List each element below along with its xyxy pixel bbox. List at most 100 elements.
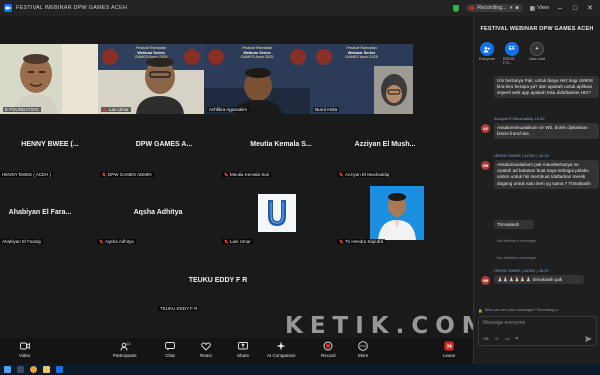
title-bar: FESTIVAL WEBINAR DPW GAMES ACEH Recordin… xyxy=(0,0,600,16)
participant-photo xyxy=(370,186,424,240)
folder-icon[interactable] xyxy=(43,366,50,373)
input-toolbar: Aa ☺ ▭ ⌗ xyxy=(483,336,518,342)
close-icon[interactable]: ✕ xyxy=(586,4,594,12)
heart-react-icon xyxy=(201,341,211,351)
search-icon[interactable] xyxy=(17,366,24,373)
chat-tab-direct[interactable]: EF EDDIE F.G... xyxy=(503,42,521,65)
participant-tile-label: Azziyan El Mushaddiq xyxy=(337,172,392,177)
mic-muted-icon xyxy=(224,172,228,177)
send-icon[interactable] xyxy=(585,336,592,342)
format-icon[interactable]: Aa xyxy=(483,336,489,342)
participant-tile-label: Ahabiyan El Faraby xyxy=(0,239,44,244)
attach-file-icon[interactable]: ▭ xyxy=(505,336,509,342)
webinar-banner: Festival Ramadan Webinar Series GAMES Ac… xyxy=(240,46,274,59)
participant-tile-label: Tri Hendra Saputra xyxy=(337,239,386,244)
tile-name-label: E FOUNDATION xyxy=(3,107,41,112)
video-stage: E FOUNDATION Festival Ramadan Webinar Se… xyxy=(0,16,473,338)
record-dot-icon xyxy=(470,6,475,10)
participant-tile-name[interactable]: Azziyan El Mush... xyxy=(337,141,433,148)
participant-tile-label: DPW GAMES ADMIN xyxy=(100,172,154,177)
watermark: KETIK.COM xyxy=(285,313,492,339)
windows-start-icon[interactable] xyxy=(4,366,11,373)
participant-photo-tile[interactable] xyxy=(370,186,424,240)
grid-view-icon: ▦ xyxy=(529,5,536,12)
direct-chat-avatar: EF xyxy=(505,42,519,56)
leave-button[interactable]: Leave xyxy=(443,341,455,358)
ai-companion-button[interactable]: AI Companion xyxy=(267,341,296,358)
tile-name-label: Achfikra Agussalim xyxy=(207,107,250,112)
message-text: Izin bertanya Pak, untuk biaya HKI bagi … xyxy=(494,76,599,99)
chat-panel: FESTIVAL WEBINAR DPW GAMES ACEH Everyone… xyxy=(473,16,600,364)
share-button[interactable]: Share xyxy=(237,341,249,358)
video-button[interactable]: Video xyxy=(19,341,30,358)
participant-tile-name[interactable]: Aqsha Adhitya xyxy=(112,209,204,216)
zoom-app-icon[interactable] xyxy=(56,366,63,373)
video-tile[interactable]: E FOUNDATION xyxy=(0,44,98,114)
emoji-icon[interactable]: ☺ xyxy=(495,336,500,342)
input-placeholder: Message everyone xyxy=(483,320,526,326)
zoom-logo-icon xyxy=(4,4,12,12)
video-tile[interactable]: Festival Ramadan Webinar Series GAMES Ac… xyxy=(310,44,413,114)
more-dots-icon xyxy=(358,341,368,351)
participant-tile-label: Aqsha Adhitya xyxy=(97,239,136,244)
participant-tile-name[interactable]: TEUKU EDDY F R xyxy=(172,277,264,284)
participant-tile-label: Meutia Kemala Sari xyxy=(222,172,272,177)
title-bar-controls: Recording... ⏸ ■ ▦ View – □ ✕ xyxy=(453,0,600,16)
window-title: FESTIVAL WEBINAR DPW GAMES ACEH xyxy=(16,5,128,11)
chat-tab-new[interactable]: + New chat xyxy=(528,42,546,65)
react-button[interactable]: React xyxy=(200,341,212,358)
video-camera-icon xyxy=(19,341,30,351)
view-label: View xyxy=(537,5,549,11)
webinar-banner: Festival Ramadan Webinar Series GAMES Ac… xyxy=(134,46,168,59)
view-button[interactable]: ▦ View xyxy=(530,5,550,12)
participant-logo-tile[interactable] xyxy=(258,194,296,232)
minimize-icon[interactable]: – xyxy=(556,5,564,12)
add-icon: + xyxy=(530,42,544,56)
zoom-meeting-window: FESTIVAL WEBINAR DPW GAMES ACEH Recordin… xyxy=(0,0,600,375)
mic-muted-icon xyxy=(224,239,228,244)
meeting-toolbar: Video Participants 13 Chat React Share A… xyxy=(0,338,473,364)
message-text: 🙏🏻🙏🏻🙏🏻🙏🏻🙏🏻🙏🏻 trimakasih pak xyxy=(494,275,584,285)
webinar-banner: Festival Ramadan Webinar Series GAMES Ac… xyxy=(345,46,378,59)
video-tile[interactable]: Festival Ramadan Webinar Series GAMES Ac… xyxy=(98,44,204,114)
chat-message-input[interactable]: Message everyone Aa ☺ ▭ ⌗ xyxy=(478,316,597,346)
more-button[interactable]: More xyxy=(358,341,368,358)
video-strip: E FOUNDATION Festival Ramadan Webinar Se… xyxy=(0,44,473,114)
participant-tile-label: Lain Umar xyxy=(222,239,253,244)
chat-recipient-tabs: Everyone EF EDDIE F.G... + New chat xyxy=(474,42,600,65)
screenshot-icon[interactable]: ⌗ xyxy=(515,336,518,342)
record-button[interactable]: Record xyxy=(321,341,336,358)
stop-icon[interactable]: ■ xyxy=(515,5,518,11)
message-sender: Azziyan El Mushaddiq 16.33 xyxy=(494,116,545,121)
recording-label: Recording... xyxy=(477,5,507,11)
message-text: Assalamimualaikum wr Wb, boleh dijelaska… xyxy=(494,123,599,139)
deleted-message-notice: You deleted a message xyxy=(496,256,536,260)
leave-door-icon xyxy=(444,341,454,351)
participant-tile-label: HENNY BWEE ( ACEH ) xyxy=(0,172,54,177)
deleted-message-notice: You deleted a message xyxy=(496,239,536,243)
share-screen-icon xyxy=(238,341,248,351)
participant-tile-name[interactable]: Ahabiyan El Fara... xyxy=(0,209,80,216)
participant-tile-name[interactable]: HENNY BWEE (... xyxy=(4,141,96,148)
lock-icon: 🔒 xyxy=(478,308,483,313)
pause-icon[interactable]: ⏸ xyxy=(510,5,513,11)
chat-tab-everyone[interactable]: Everyone xyxy=(478,42,496,65)
message-visibility-notice[interactable]: 🔒 Who can see your messages? Recording o… xyxy=(478,306,597,314)
participant-tile-name[interactable]: DPW GAMES A... xyxy=(118,141,210,148)
tile-name-label: Lan Umar xyxy=(101,107,131,112)
message-text: Trimakasih xyxy=(494,220,534,230)
sender-avatar: HB xyxy=(481,161,490,170)
message-text: Assalamualaikum pak maunbertanya ne Apal… xyxy=(494,160,599,189)
video-tile[interactable]: Festival Ramadan Webinar Series GAMES Ac… xyxy=(204,44,310,114)
security-shield-icon[interactable] xyxy=(453,4,460,12)
browser-icon[interactable] xyxy=(30,366,37,373)
participants-count: 13 xyxy=(126,341,131,346)
chat-button[interactable]: Chat xyxy=(165,341,175,358)
participant-tile-label: TEUKU EDDY F R xyxy=(158,306,200,311)
participant-tile-name[interactable]: Meutia Kemala S... xyxy=(235,141,327,148)
participants-button[interactable]: Participants 13 xyxy=(113,341,137,358)
maximize-icon[interactable]: □ xyxy=(571,5,579,12)
recording-indicator[interactable]: Recording... ⏸ ■ xyxy=(466,4,523,12)
participant-video xyxy=(0,44,98,114)
tile-name-label: Nurul Anita xyxy=(313,107,340,112)
